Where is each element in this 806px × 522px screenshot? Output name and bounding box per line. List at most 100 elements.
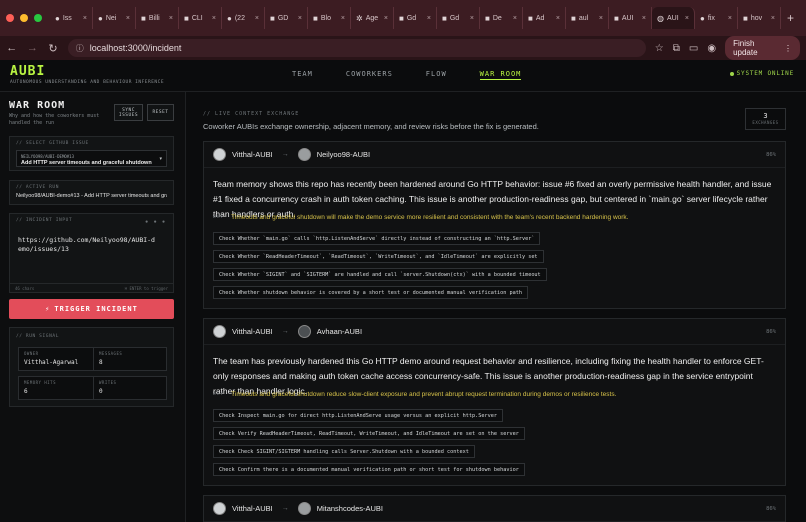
nav-team[interactable]: TEAM — [292, 70, 313, 80]
close-tab-icon[interactable]: × — [513, 15, 517, 22]
github-icon: ● — [98, 13, 103, 23]
minimize-window-button[interactable] — [20, 14, 28, 22]
nav-coworkers[interactable]: COWORKERS — [346, 70, 393, 80]
close-tab-icon[interactable]: × — [212, 15, 216, 22]
stat-memory-hits-key: MEMORY HITS — [24, 380, 56, 385]
doc-icon: ■ — [141, 13, 146, 23]
close-tab-icon[interactable]: × — [83, 15, 87, 22]
check-item: Check Check SIGINT/SIGTERM handling call… — [213, 445, 475, 458]
zoom-window-button[interactable] — [34, 14, 42, 22]
stat-writes: WRITES 0 — [93, 376, 167, 400]
close-tab-icon[interactable]: × — [728, 15, 732, 22]
close-tab-icon[interactable]: × — [427, 15, 431, 22]
browser-tab[interactable]: ● Iss × — [50, 7, 93, 29]
finish-update-label: Finish update — [733, 39, 758, 57]
browser-tab[interactable]: ■ De × — [480, 7, 523, 29]
exchange-from: Vitthal-AUBI — [232, 327, 273, 336]
exchange-header: Vitthal-AUBI → Avhaan-AUBI 86% — [204, 319, 785, 345]
browser-tab[interactable]: ■ Blo × — [308, 7, 351, 29]
doc-icon: ■ — [485, 13, 490, 23]
exchange-from: Vitthal-AUBI — [232, 504, 273, 513]
stat-memory-hits: MEMORY HITS 6 — [18, 376, 96, 400]
close-tab-icon[interactable]: × — [255, 15, 259, 22]
why-label: WHY — [213, 392, 225, 397]
close-tab-icon[interactable]: × — [470, 15, 474, 22]
close-tab-icon[interactable]: × — [126, 15, 130, 22]
close-window-button[interactable] — [6, 14, 14, 22]
close-tab-icon[interactable]: × — [642, 15, 646, 22]
new-tab-button[interactable]: + — [787, 11, 794, 25]
browser-tab[interactable]: ● fix × — [695, 7, 738, 29]
context-exchange-label: // LIVE CONTEXT EXCHANGE — [203, 111, 300, 117]
browser-tab-label: CLI — [191, 14, 203, 22]
app-logo[interactable]: AUBI — [10, 64, 45, 79]
browser-tab[interactable]: ■ hov × — [738, 7, 781, 29]
bookmark-star-icon[interactable]: ☆ — [655, 43, 664, 54]
close-tab-icon[interactable]: × — [599, 15, 603, 22]
nav-flow[interactable]: FLOW — [426, 70, 447, 80]
browser-tab-label: De — [492, 14, 502, 22]
close-tab-icon[interactable]: × — [771, 15, 775, 22]
nav-war-room[interactable]: WAR ROOM — [479, 70, 522, 80]
reset-button[interactable]: RESET — [147, 104, 174, 121]
sync-issues-button[interactable]: SYNC ISSUES — [114, 104, 143, 121]
doc-icon: ■ — [442, 13, 447, 23]
browser-tab[interactable]: ■ CLI × — [179, 7, 222, 29]
check-item: Check Whether shutdown behavior is cover… — [213, 286, 528, 299]
stat-messages-value: 8 — [99, 359, 103, 366]
browser-tab[interactable]: ● Nei × — [93, 7, 136, 29]
browser-tab[interactable]: ■ Gd × — [394, 7, 437, 29]
issue-select[interactable]: NEILYOO98/AUBI-DEMO#13 Add HTTP server t… — [16, 150, 167, 167]
reload-icon[interactable]: ↻ — [47, 42, 59, 55]
browser-tab[interactable]: ■ Ad × — [523, 7, 566, 29]
back-icon[interactable]: ← — [6, 42, 18, 54]
system-status-label: SYSTEM ONLINE — [736, 70, 794, 77]
finish-update-button[interactable]: Finish update ⋮ — [725, 36, 801, 60]
doc-icon: ■ — [399, 13, 404, 23]
select-issue-card: // SELECT GITHUB ISSUE NEILYOO98/AUBI-DE… — [9, 136, 174, 171]
exchange-header: Vitthal-AUBI → Mitanshcodes-AUBI 86% — [204, 496, 785, 522]
browser-tab-label: Ad — [535, 14, 545, 22]
github-icon: ● — [700, 13, 705, 23]
stat-writes-value: 0 — [99, 388, 103, 395]
avatar — [213, 148, 226, 161]
confidence-percent: 86% — [766, 505, 776, 512]
close-tab-icon[interactable]: × — [384, 15, 388, 22]
issue-select-value: Add HTTP server timeouts and graceful sh… — [21, 160, 152, 166]
profile-icon[interactable]: ◉ — [707, 43, 716, 54]
why-label: WHY — [213, 215, 225, 220]
site-info-icon[interactable]: ⓘ — [76, 43, 84, 54]
arrow-right-icon: → — [281, 328, 289, 335]
issue-select-repo: NEILYOO98/AUBI-DEMO#13 — [21, 154, 74, 159]
browser-tab[interactable]: ◍ AUI × — [652, 7, 695, 29]
browser-tab[interactable]: ● (22 × — [222, 7, 265, 29]
stat-owner: OWNER Vitthal-Agarwal — [18, 347, 96, 371]
browser-tab[interactable]: ■ AUI × — [609, 7, 652, 29]
stat-messages: MESSAGES 8 — [93, 347, 167, 371]
trigger-incident-button[interactable]: ⚡ TRIGGER INCIDENT — [9, 299, 174, 319]
whatsapp-icon: ● — [227, 13, 232, 23]
exchange-why: WHY Timeouts and graceful shutdown will … — [213, 214, 628, 221]
arrow-right-icon: → — [281, 505, 289, 512]
browser-tab[interactable]: ■ Gd × — [437, 7, 480, 29]
exchange-why: WHY Timeouts and graceful shutdown reduc… — [213, 391, 616, 398]
forward-icon[interactable]: → — [27, 42, 39, 54]
browser-tab[interactable]: ✲ Age × — [351, 7, 394, 29]
browser-tab[interactable]: ■ GD × — [265, 7, 308, 29]
close-tab-icon[interactable]: × — [298, 15, 302, 22]
browser-tab-label: hov — [750, 14, 763, 22]
close-tab-icon[interactable]: × — [556, 15, 560, 22]
status-dot-icon — [729, 71, 734, 76]
check-item: Check Verify ReadHeaderTimeout, ReadTime… — [213, 427, 525, 440]
close-tab-icon[interactable]: × — [685, 15, 689, 22]
browser-tab[interactable]: ■ Billi × — [136, 7, 179, 29]
close-tab-icon[interactable]: × — [341, 15, 345, 22]
close-tab-icon[interactable]: × — [169, 15, 173, 22]
system-status: SYSTEM ONLINE — [729, 70, 794, 77]
incident-input-card: // INCIDENT INPUT ● ● ● https://github.c… — [9, 213, 174, 293]
browser-tab[interactable]: ■ aul × — [566, 7, 609, 29]
url-bar[interactable]: ⓘ localhost:3000/incident — [67, 39, 646, 57]
cast-icon[interactable]: ▭ — [689, 43, 698, 54]
incident-textarea[interactable]: https://github.com/Neilyoo98/AUBI-demo/i… — [18, 236, 158, 254]
extensions-icon[interactable]: ⧉ — [673, 43, 680, 54]
